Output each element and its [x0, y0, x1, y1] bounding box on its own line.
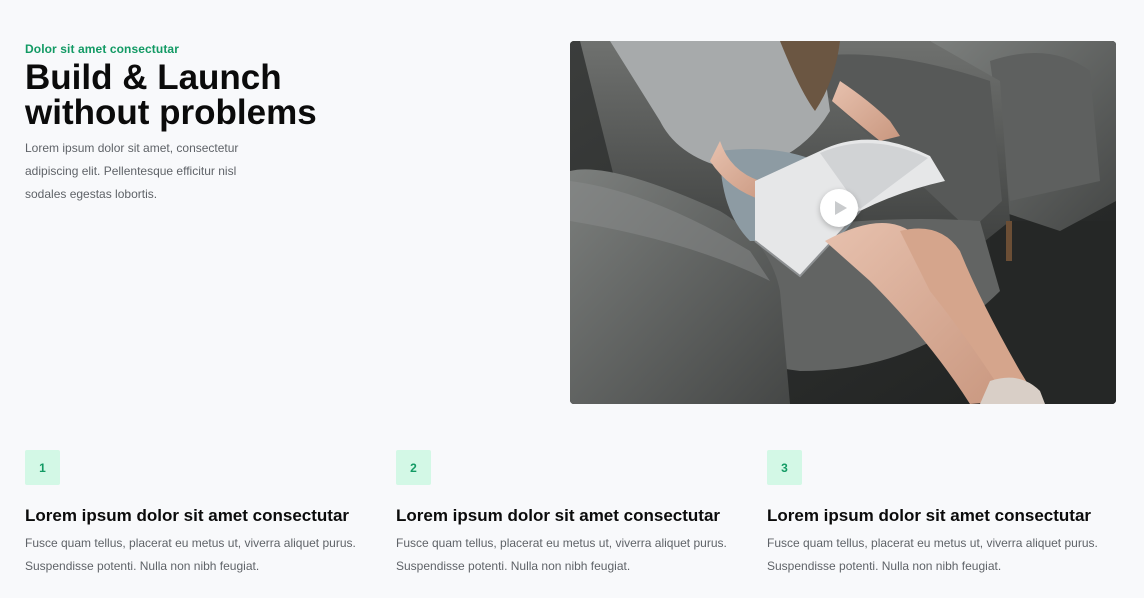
play-button[interactable]: [820, 189, 858, 227]
hero-intro: Lorem ipsum dolor sit amet, consectetur …: [25, 141, 239, 201]
feature-item: 3 Lorem ipsum dolor sit amet consectutar…: [767, 450, 1127, 578]
hero-eyebrow: Dolor sit amet consectutar: [25, 42, 179, 56]
video-thumbnail[interactable]: [570, 41, 1116, 404]
feature-title: Lorem ipsum dolor sit amet consectutar: [25, 506, 350, 525]
feature-description-line1: Fusce quam tellus, placerat eu metus ut,…: [25, 536, 356, 550]
feature-description-line2: Suspendisse potenti. Nulla non nibh feug…: [767, 559, 1002, 573]
feature-description-line2: Suspendisse potenti. Nulla non nibh feug…: [396, 559, 631, 573]
feature-item: 2 Lorem ipsum dolor sit amet consectutar…: [396, 450, 756, 578]
feature-item: 1 Lorem ipsum dolor sit amet consectutar…: [25, 450, 385, 578]
feature-title: Lorem ipsum dolor sit amet consectutar: [767, 506, 1092, 525]
feature-description-line2: Suspendisse potenti. Nulla non nibh feug…: [25, 559, 260, 573]
feature-description-line1: Fusce quam tellus, placerat eu metus ut,…: [767, 536, 1098, 550]
page: Dolor sit amet consectutar Build & Launc…: [0, 0, 1144, 598]
hero-headline-line1: Build & Launch: [25, 58, 282, 97]
feature-description: Fusce quam tellus, placerat eu metus ut,…: [767, 532, 1127, 578]
hero-headline: Build & Launch without problems: [25, 60, 355, 130]
hero-section: Dolor sit amet consectutar Build & Launc…: [25, 42, 355, 206]
play-icon: [835, 201, 847, 215]
hero-headline-line2: without problems: [25, 93, 317, 132]
step-number-badge: 1: [25, 450, 60, 485]
step-number-badge: 3: [767, 450, 802, 485]
feature-description: Fusce quam tellus, placerat eu metus ut,…: [396, 532, 756, 578]
feature-description: Fusce quam tellus, placerat eu metus ut,…: [25, 532, 385, 578]
feature-title: Lorem ipsum dolor sit amet consectutar: [396, 506, 721, 525]
step-number-badge: 2: [396, 450, 431, 485]
feature-description-line1: Fusce quam tellus, placerat eu metus ut,…: [396, 536, 727, 550]
